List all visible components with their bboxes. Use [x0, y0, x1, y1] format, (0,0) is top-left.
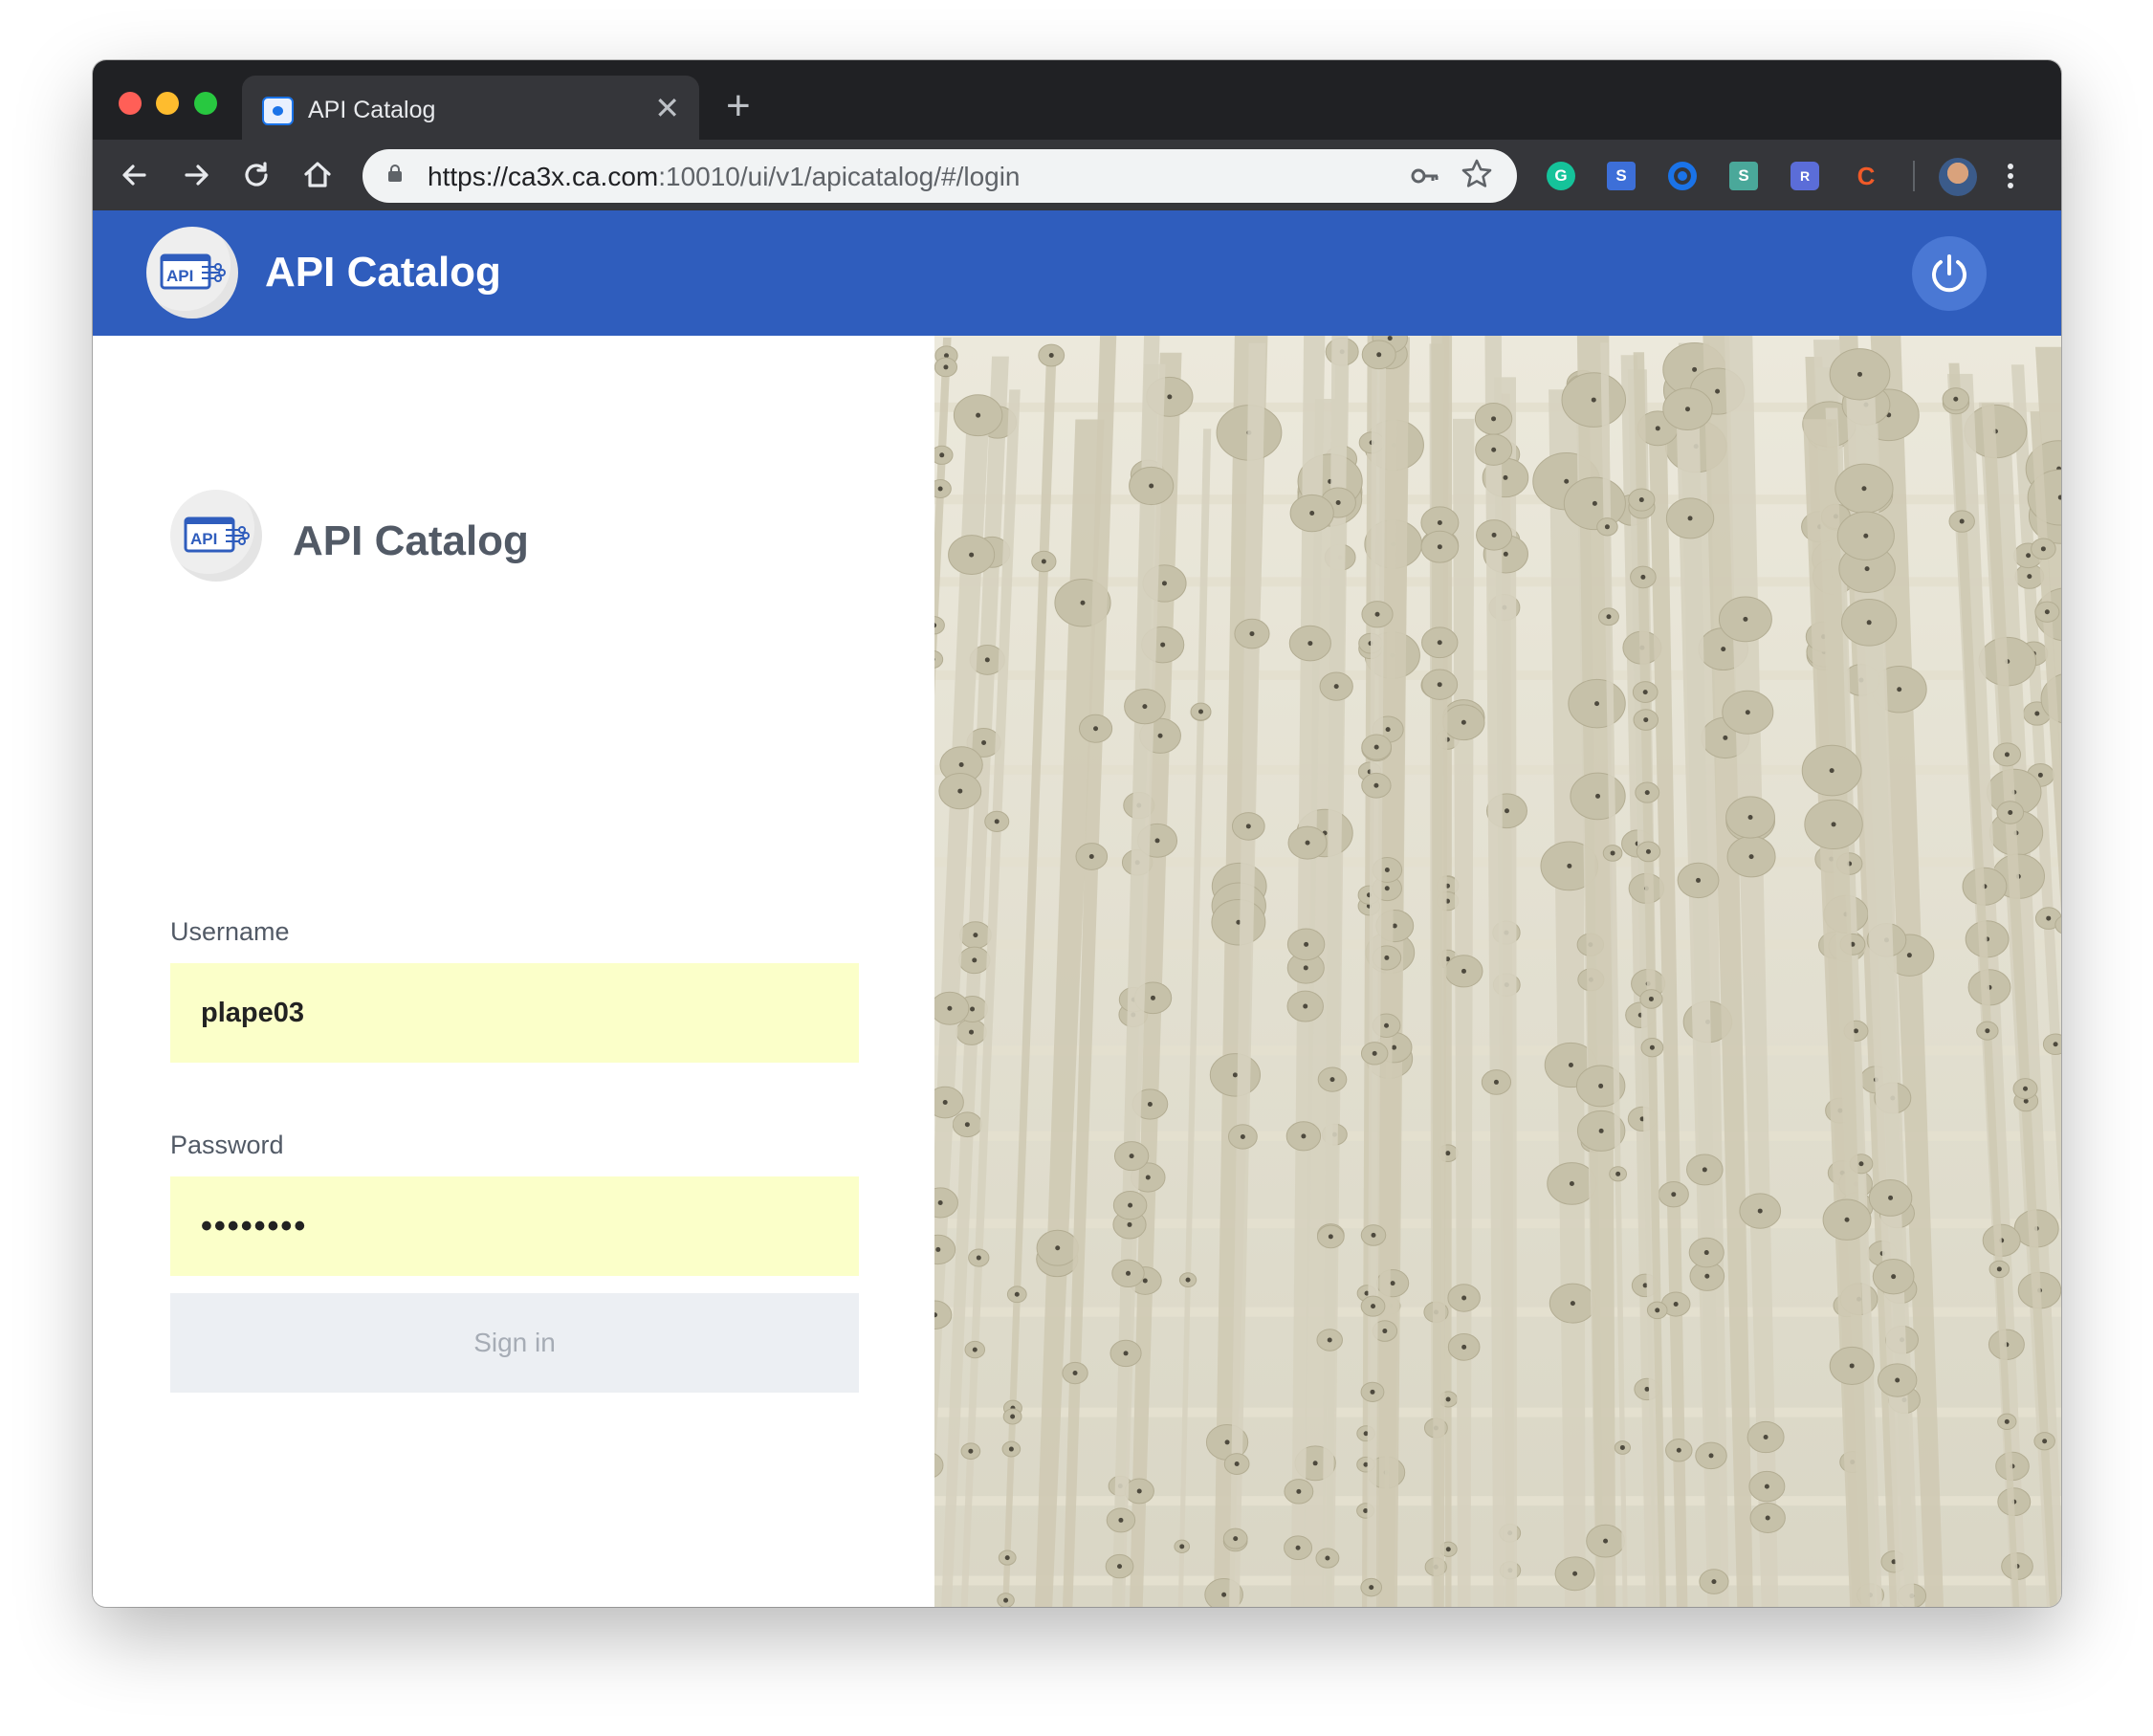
- circle-extension-icon[interactable]: [1668, 162, 1697, 190]
- url-path: :10010/ui/v1/apicatalog/#/login: [658, 162, 1021, 191]
- s2-extension-icon[interactable]: S: [1729, 162, 1758, 190]
- login-panel: API API Catalog Username Password Sign i…: [93, 336, 934, 1607]
- lock-icon: [388, 165, 402, 182]
- tab-bar: API Catalog ✕ +: [93, 60, 2061, 140]
- bookmark-star-icon[interactable]: [1460, 157, 1494, 191]
- tab-title: API Catalog: [308, 97, 436, 123]
- background-image-panel: [934, 336, 2061, 1607]
- back-arrow-icon[interactable]: [116, 156, 154, 194]
- tab-favicon-icon: [262, 97, 294, 125]
- profile-avatar[interactable]: [1939, 158, 1977, 196]
- app-header: API API Catalog: [93, 210, 2061, 336]
- s-extension-icon[interactable]: S: [1607, 162, 1636, 190]
- username-label: Username: [170, 917, 290, 946]
- minimize-window-button[interactable]: [156, 92, 179, 115]
- r-extension-icon[interactable]: R: [1791, 162, 1819, 190]
- sign-in-button[interactable]: Sign in: [170, 1293, 859, 1393]
- maximize-window-button[interactable]: [194, 92, 217, 115]
- reload-icon[interactable]: [238, 156, 276, 194]
- forward-arrow-icon[interactable]: [177, 156, 215, 194]
- username-input[interactable]: [170, 963, 859, 1063]
- svg-text:API: API: [166, 267, 193, 285]
- password-input[interactable]: [170, 1176, 859, 1276]
- app-title: API Catalog: [265, 249, 501, 296]
- api-logo-icon: API: [146, 227, 238, 319]
- c-extension-icon[interactable]: C: [1852, 162, 1880, 190]
- browser-menu-icon[interactable]: [2001, 157, 2020, 195]
- home-icon[interactable]: [298, 156, 337, 194]
- browser-toolbar: https://ca3x.ca.com:10010/ui/v1/apicatal…: [93, 140, 2061, 210]
- logout-button[interactable]: [1912, 236, 1987, 311]
- close-window-button[interactable]: [119, 92, 142, 115]
- url-text: https://ca3x.ca.com:10010/ui/v1/apicatal…: [428, 162, 1021, 192]
- address-bar[interactable]: https://ca3x.ca.com:10010/ui/v1/apicatal…: [362, 149, 1517, 203]
- browser-tab-api-catalog[interactable]: API Catalog ✕: [242, 76, 699, 140]
- power-icon: [1932, 254, 1966, 293]
- browser-window: API Catalog ✕ + https://ca3x.ca.com:1001…: [93, 60, 2061, 1607]
- api-logo-icon: API: [170, 490, 262, 582]
- password-label: Password: [170, 1131, 284, 1159]
- tab-close-icon[interactable]: ✕: [654, 91, 680, 125]
- toolbar-divider: [1913, 161, 1915, 191]
- grammarly-extension-icon[interactable]: G: [1547, 162, 1575, 190]
- key-icon[interactable]: [1410, 161, 1440, 191]
- url-host: https://ca3x.ca.com: [428, 162, 659, 191]
- login-title: API Catalog: [293, 517, 529, 564]
- new-tab-button[interactable]: +: [726, 85, 751, 127]
- hanging-tubes-image: [934, 336, 2061, 1607]
- svg-text:API: API: [190, 530, 217, 548]
